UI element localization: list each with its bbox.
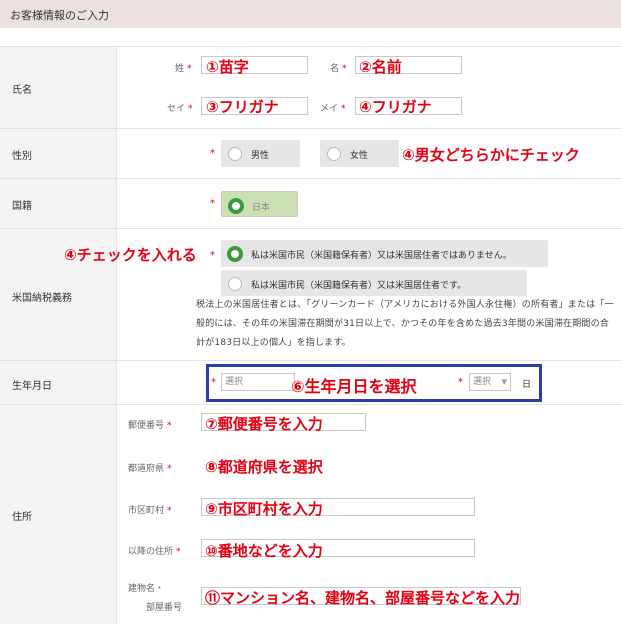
us-tax-not-label: 私は米国市民（米国籍保有者）又は米国居住者ではありません。: [251, 251, 512, 261]
us-tax-not-option[interactable]: 私は米国市民（米国籍保有者）又は米国居住者ではありません。: [221, 240, 548, 267]
section-label-gender: 性別: [12, 151, 32, 162]
first-name-label: 名 *: [330, 64, 347, 74]
birth-day-select[interactable]: 選択 ▼: [469, 373, 511, 391]
street-label: 以降の住所 *: [128, 547, 181, 557]
section-label-birthdate: 生年月日: [12, 381, 52, 392]
annotation-last-kana: ③フリガナ: [206, 98, 279, 116]
annotation-city: ⑨市区町村を入力: [205, 500, 323, 518]
nationality-japan-option[interactable]: 日本: [221, 191, 298, 217]
divider: [0, 360, 621, 361]
form-header: お客様情報のご入力: [0, 0, 621, 28]
last-name-label: 姓 *: [175, 64, 192, 74]
us-tax-is-option[interactable]: 私は米国市民（米国籍保有者）又は米国居住者です。: [221, 270, 527, 296]
annotation-street: ⑩番地などを入力: [205, 542, 323, 560]
gender-male-option[interactable]: 男性: [221, 140, 300, 167]
required-mark: *: [211, 377, 216, 388]
postal-label: 郵便番号 *: [128, 421, 172, 431]
annotation-building: ⑪マンション名、建物名、部屋番号などを入力: [205, 589, 521, 607]
required-mark: *: [210, 250, 215, 261]
annotation-first-kana: ④フリガナ: [359, 98, 432, 116]
section-label-us-tax: 米国納税義務: [12, 293, 72, 304]
divider: [0, 404, 621, 405]
radio-icon: [228, 147, 242, 161]
required-mark: *: [458, 377, 463, 388]
radio-icon: [228, 277, 242, 291]
divider: [0, 128, 621, 129]
chevron-down-icon: ▼: [501, 378, 507, 386]
divider: [0, 46, 621, 47]
gender-male-label: 男性: [251, 151, 270, 161]
first-kana-label: メイ *: [320, 104, 346, 114]
column-divider: [116, 46, 117, 624]
day-suffix: 日: [522, 380, 532, 390]
divider: [0, 178, 621, 179]
radio-icon: [327, 147, 341, 161]
section-label-nationality: 国籍: [12, 201, 32, 212]
building-label-1: 建物名・: [128, 584, 165, 594]
city-label: 市区町村 *: [128, 506, 172, 516]
label-column: [0, 46, 116, 624]
annotation-prefecture: ⑧都道府県を選択: [205, 458, 323, 476]
annotation-us-tax: ④チェックを入れる: [64, 246, 197, 264]
annotation-gender: ④男女どちらかにチェック: [402, 146, 580, 164]
prefecture-label: 都道府県 *: [128, 464, 172, 474]
gender-female-label: 女性: [350, 151, 369, 161]
form-title: お客様情報のご入力: [10, 9, 109, 22]
divider: [0, 228, 621, 229]
annotation-first-name: ②名前: [359, 58, 402, 76]
annotation-postal: ⑦郵便番号を入力: [205, 415, 323, 433]
section-label-address: 住所: [12, 512, 32, 523]
annotation-birthdate: ⑥生年月日を選択: [291, 377, 417, 396]
gender-female-option[interactable]: 女性: [320, 140, 399, 167]
section-label-name: 氏名: [12, 85, 32, 96]
last-kana-label: セイ *: [167, 104, 193, 114]
required-mark: *: [210, 198, 215, 209]
nationality-japan-label: 日本: [252, 203, 271, 213]
us-tax-is-label: 私は米国市民（米国籍保有者）又は米国居住者です。: [251, 281, 467, 291]
annotation-last-name: ①苗字: [206, 58, 249, 76]
us-resident-note: 税法上の米国居住者とは、「グリーンカード（アメリカにおける外国人永住権）の所有者…: [196, 300, 614, 348]
building-label-2: 部屋番号: [146, 603, 183, 613]
radio-selected-icon: [228, 198, 244, 214]
birth-year-select[interactable]: 選択: [221, 373, 295, 391]
radio-selected-icon: [227, 246, 243, 262]
required-mark: *: [210, 148, 215, 159]
